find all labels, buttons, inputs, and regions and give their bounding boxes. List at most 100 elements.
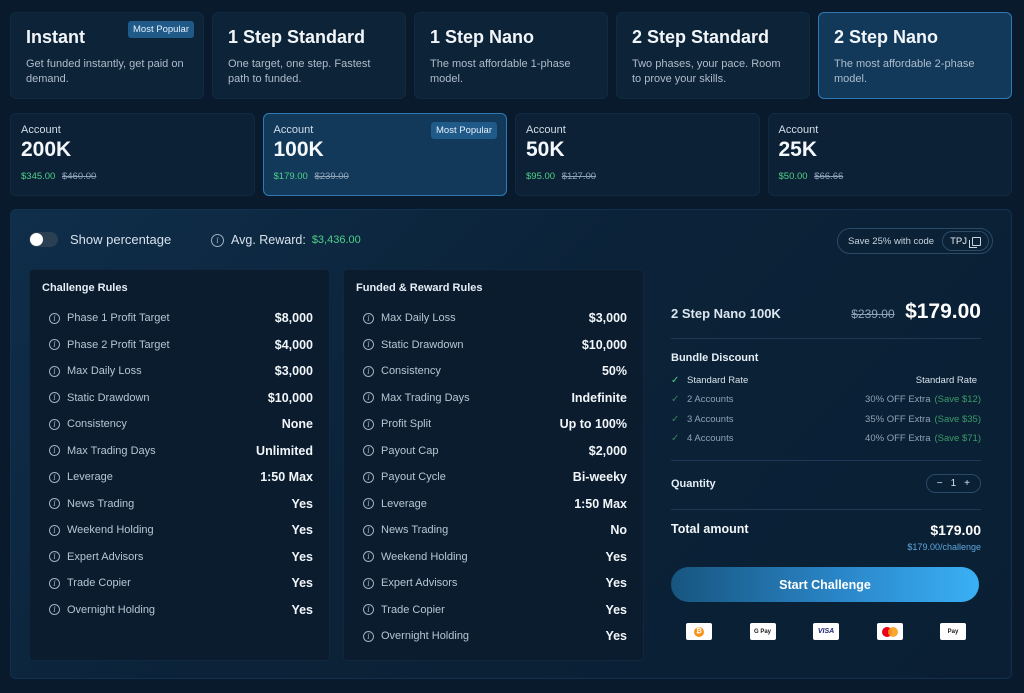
rule-row-overnight-holding: i Overnight Holding Yes (356, 623, 631, 650)
info-icon[interactable]: i (49, 445, 60, 457)
info-icon[interactable]: i (363, 312, 374, 324)
info-icon[interactable]: i (49, 418, 60, 430)
info-icon[interactable]: i (49, 339, 60, 351)
bundle-save: (Save $71) (934, 433, 981, 445)
rule-value: Up to 100% (559, 417, 627, 432)
info-icon[interactable]: i (49, 524, 60, 536)
decrement-button[interactable]: − (933, 478, 947, 489)
rule-value: Yes (291, 602, 313, 617)
order-summary: 2 Step Nano 100K $239.00 $179.00 Bundle … (671, 300, 981, 641)
quantity-label: Quantity (671, 477, 716, 490)
account-card-50k[interactable]: Account 50K $95.00 $127.00 (515, 113, 760, 196)
bundle-discount: 30% OFF Extra (865, 394, 931, 406)
plan-card-1-step-nano[interactable]: 1 Step Nano The most affordable 1-phase … (414, 12, 608, 99)
info-icon[interactable]: i (363, 392, 374, 404)
info-icon[interactable]: i (49, 551, 60, 563)
rule-value: $4,000 (274, 337, 313, 352)
rule-value: Yes (605, 549, 627, 564)
account-label: Account (778, 124, 819, 136)
bundle-name: 3 Accounts (687, 413, 734, 425)
info-icon[interactable]: i (363, 630, 374, 642)
info-icon[interactable]: i (49, 577, 60, 589)
total-label: Total amount (671, 522, 749, 537)
rule-value: 50% (601, 364, 627, 379)
account-card-25k[interactable]: Account 25K $50.00 $66.66 (767, 113, 1012, 196)
rule-row-static-drawdown: i Static Drawdown $10,000 (356, 332, 631, 359)
rule-row-max-daily-loss: i Max Daily Loss $3,000 (356, 305, 631, 332)
copy-code-button[interactable]: TPJ (942, 231, 989, 251)
info-icon[interactable]: i (363, 498, 374, 510)
bundle-discount: 35% OFF Extra (865, 413, 931, 425)
plan-description: The most affordable 2-phase model. (834, 58, 975, 85)
rule-value: Yes (605, 602, 627, 617)
info-icon[interactable]: i (363, 445, 374, 457)
info-icon[interactable]: i (363, 471, 374, 483)
rule-label: Overnight Holding (381, 630, 470, 643)
rule-value: $3,000 (588, 311, 627, 326)
info-icon[interactable]: i (211, 233, 224, 247)
info-icon[interactable]: i (363, 418, 374, 430)
bitcoin-icon: ₿ (686, 623, 712, 641)
quantity-value: 1 (950, 478, 957, 490)
increment-button[interactable]: + (960, 478, 974, 489)
summary-plan-name: 2 Step Nano 100K (671, 306, 781, 321)
rule-label: Max Daily Loss (381, 312, 456, 325)
rule-row-phase-2-profit-target: i Phase 2 Profit Target $4,000 (42, 332, 317, 359)
rule-row-phase-1-profit-target: i Phase 1 Profit Target $8,000 (42, 305, 317, 332)
rule-label: Overnight Holding (67, 603, 156, 616)
rule-value: No (610, 523, 627, 538)
info-icon[interactable]: i (49, 312, 60, 324)
plan-card-instant[interactable]: Instant Get funded instantly, get paid o… (10, 12, 204, 99)
info-icon[interactable]: i (363, 339, 374, 351)
quantity-row: Quantity − 1 + (671, 460, 981, 494)
info-icon[interactable]: i (363, 551, 374, 563)
bundle-option-3-accounts[interactable]: ✓ 3 Accounts 35% OFF Extra (Save $35) (671, 410, 981, 429)
bundle-option-2-accounts[interactable]: ✓ 2 Accounts 30% OFF Extra (Save $12) (671, 390, 981, 409)
info-icon[interactable]: i (363, 524, 374, 536)
plan-description: The most affordable 1-phase model. (430, 58, 571, 85)
bundle-options: ✓ Standard Rate Standard Rate ✓ 2 Accounts 30… (671, 371, 981, 448)
info-icon[interactable]: i (49, 471, 60, 483)
show-percentage-toggle[interactable] (29, 232, 58, 247)
plan-title: 1 Step Nano (430, 27, 535, 47)
bundle-option-standard-rate[interactable]: ✓ Standard Rate Standard Rate (671, 371, 981, 390)
rule-row-weekend-holding: i Weekend Holding Yes (42, 517, 317, 544)
info-icon[interactable]: i (49, 365, 60, 377)
check-icon: ✓ (671, 375, 680, 387)
rule-row-max-trading-days: i Max Trading Days Indefinite (356, 385, 631, 412)
plan-card-2-step-nano[interactable]: 2 Step Nano The most affordable 2-phase … (818, 12, 1012, 99)
total-row: Total amount $179.00 $179.00/challenge (671, 509, 981, 552)
info-icon[interactable]: i (49, 604, 60, 616)
account-prices: $95.00 $127.00 (526, 171, 749, 182)
rule-row-consistency: i Consistency 50% (356, 358, 631, 385)
bundle-discount: Standard Rate (915, 375, 977, 387)
plan-selector: Instant Get funded instantly, get paid o… (10, 12, 1012, 99)
bundle-name: Standard Rate (687, 375, 749, 387)
info-icon[interactable]: i (363, 577, 374, 589)
account-card-200k[interactable]: Account 200K $345.00 $460.00 (10, 113, 255, 196)
start-challenge-button[interactable]: Start Challenge (671, 567, 979, 603)
account-card-100k[interactable]: Account 100K $179.00 $239.00 Most Popula… (262, 113, 507, 196)
rule-row-profit-split: i Profit Split Up to 100% (356, 411, 631, 438)
info-icon[interactable]: i (363, 604, 374, 616)
info-icon[interactable]: i (49, 392, 60, 404)
bundle-option-4-accounts[interactable]: ✓ 4 Accounts 40% OFF Extra (Save $71) (671, 429, 981, 448)
plan-card-1-step-standard[interactable]: 1 Step Standard One target, one step. Fa… (212, 12, 406, 99)
bundle-name: 4 Accounts (687, 433, 734, 445)
account-price: $95.00 (526, 171, 556, 182)
plan-card-2-step-standard[interactable]: 2 Step Standard Two phases, your pace. R… (616, 12, 810, 99)
info-icon[interactable]: i (49, 498, 60, 510)
rule-value: $3,000 (274, 364, 313, 379)
check-icon: ✓ (671, 394, 680, 406)
rule-label: Expert Advisors (67, 550, 144, 563)
rule-label: Leverage (381, 497, 427, 510)
google-pay-icon: G Pay (749, 623, 776, 641)
rule-row-max-trading-days: i Max Trading Days Unlimited (42, 438, 317, 465)
apple-pay-icon: Pay (940, 623, 966, 641)
bundle-save: (Save $12) (934, 394, 981, 406)
account-price: $50.00 (778, 171, 808, 182)
avg-reward-value: $3,436.00 (311, 234, 361, 246)
info-icon[interactable]: i (363, 365, 374, 377)
rule-value: Indefinite (571, 390, 627, 405)
plan-title: 1 Step Standard (228, 27, 366, 47)
